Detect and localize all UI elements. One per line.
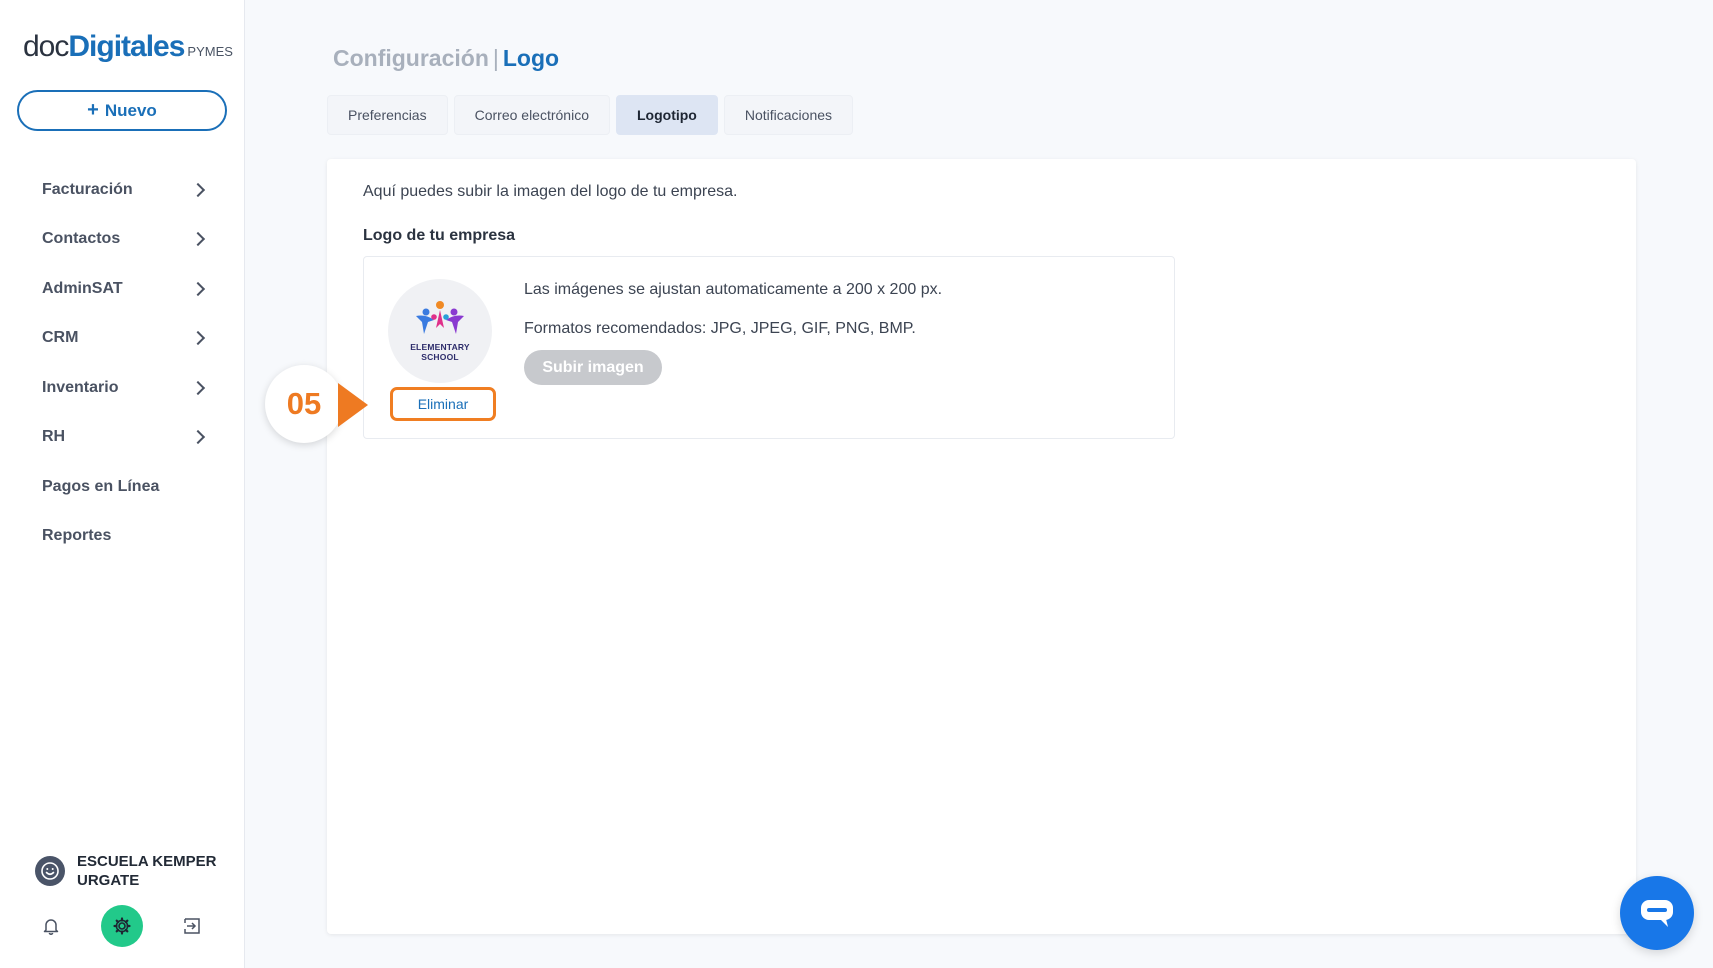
- logo-upload-box: ELEMENTARY SCHOOL Eliminar Las imágenes …: [363, 256, 1175, 439]
- step-arrow-icon: [338, 383, 368, 427]
- sidebar-item-label: Reportes: [42, 527, 112, 545]
- section-title: Logo de tu empresa: [363, 227, 516, 244]
- logo-settings-card: Aquí puedes subir la imagen del logo de …: [327, 159, 1636, 934]
- sidebar-item-rh[interactable]: RH: [0, 413, 245, 463]
- logo-text-line1: ELEMENTARY: [410, 342, 470, 352]
- intro-text: Aquí puedes subir la imagen del logo de …: [363, 183, 738, 200]
- brand-part2: Digitales: [68, 30, 185, 63]
- chevron-right-icon: [190, 380, 206, 395]
- sidebar-item-pagos-en-linea[interactable]: Pagos en Línea: [0, 462, 245, 512]
- settings-tabs: Preferencias Correo electrónico Logotipo…: [327, 95, 854, 135]
- logout-icon[interactable]: [171, 905, 213, 947]
- sidebar-item-inventario[interactable]: Inventario: [0, 363, 245, 413]
- sidebar-item-label: RH: [42, 428, 66, 446]
- tab-notificaciones[interactable]: Notificaciones: [723, 95, 854, 135]
- sidebar-item-label: Contactos: [42, 230, 121, 248]
- logo-text-line2: SCHOOL: [421, 352, 459, 362]
- plus-icon: +: [87, 99, 99, 121]
- tab-logotipo[interactable]: Logotipo: [615, 95, 718, 135]
- gear-icon[interactable]: [101, 905, 143, 947]
- chat-icon[interactable]: [1620, 876, 1694, 950]
- delete-logo-button[interactable]: Eliminar: [390, 387, 496, 421]
- brand-suffix: PYMES: [187, 44, 233, 59]
- sidebar-item-label: AdminSAT: [42, 279, 123, 297]
- sidebar-item-crm[interactable]: CRM: [0, 314, 245, 364]
- sidebar-item-reportes[interactable]: Reportes: [0, 512, 245, 562]
- bell-icon[interactable]: [30, 905, 72, 947]
- sidebar-menu: Facturación Contactos AdminSAT CRM Inven…: [0, 165, 245, 561]
- user-name: ESCUELA KEMPER URGATE: [77, 853, 217, 889]
- brand-part1: doc: [23, 30, 69, 63]
- chevron-right-icon: [190, 182, 206, 197]
- tab-preferencias[interactable]: Preferencias: [327, 95, 448, 135]
- company-logo-image: ELEMENTARY SCHOOL: [388, 279, 492, 383]
- image-formats-info: Formatos recomendados: JPG, JPEG, GIF, P…: [524, 320, 916, 337]
- sidebar: doc Digitales PYMES + Nuevo Facturación …: [0, 0, 245, 968]
- chevron-right-icon: [190, 232, 206, 247]
- image-size-info: Las imágenes se ajustan automaticamente …: [524, 281, 943, 298]
- sidebar-item-label: Inventario: [42, 378, 119, 396]
- chevron-right-icon: [190, 331, 206, 346]
- user-profile[interactable]: ESCUELA KEMPER URGATE: [35, 852, 227, 890]
- page-title: Configuración | Logo: [333, 45, 559, 72]
- sidebar-item-label: CRM: [42, 329, 79, 347]
- tab-correo-electronico[interactable]: Correo electrónico: [453, 95, 610, 135]
- title-section: Configuración: [333, 45, 489, 71]
- chevron-right-icon: [190, 281, 206, 296]
- step-badge: 05: [265, 365, 343, 443]
- school-figures-icon: [416, 301, 464, 334]
- sidebar-item-contactos[interactable]: Contactos: [0, 215, 245, 265]
- brand-logo[interactable]: doc Digitales PYMES: [23, 30, 233, 64]
- upload-image-button[interactable]: Subir imagen: [524, 350, 662, 385]
- sidebar-item-label: Facturación: [42, 180, 133, 198]
- sidebar-item-facturacion[interactable]: Facturación: [0, 165, 245, 215]
- new-button[interactable]: + Nuevo: [17, 90, 227, 131]
- smiley-icon: [35, 856, 65, 886]
- sidebar-item-label: Pagos en Línea: [42, 477, 160, 495]
- chevron-right-icon: [190, 430, 206, 445]
- sidebar-footer-actions: [0, 905, 245, 951]
- new-button-label: Nuevo: [104, 100, 157, 120]
- sidebar-item-adminsat[interactable]: AdminSAT: [0, 264, 245, 314]
- title-separator: |: [492, 45, 499, 71]
- title-page: Logo: [502, 45, 560, 71]
